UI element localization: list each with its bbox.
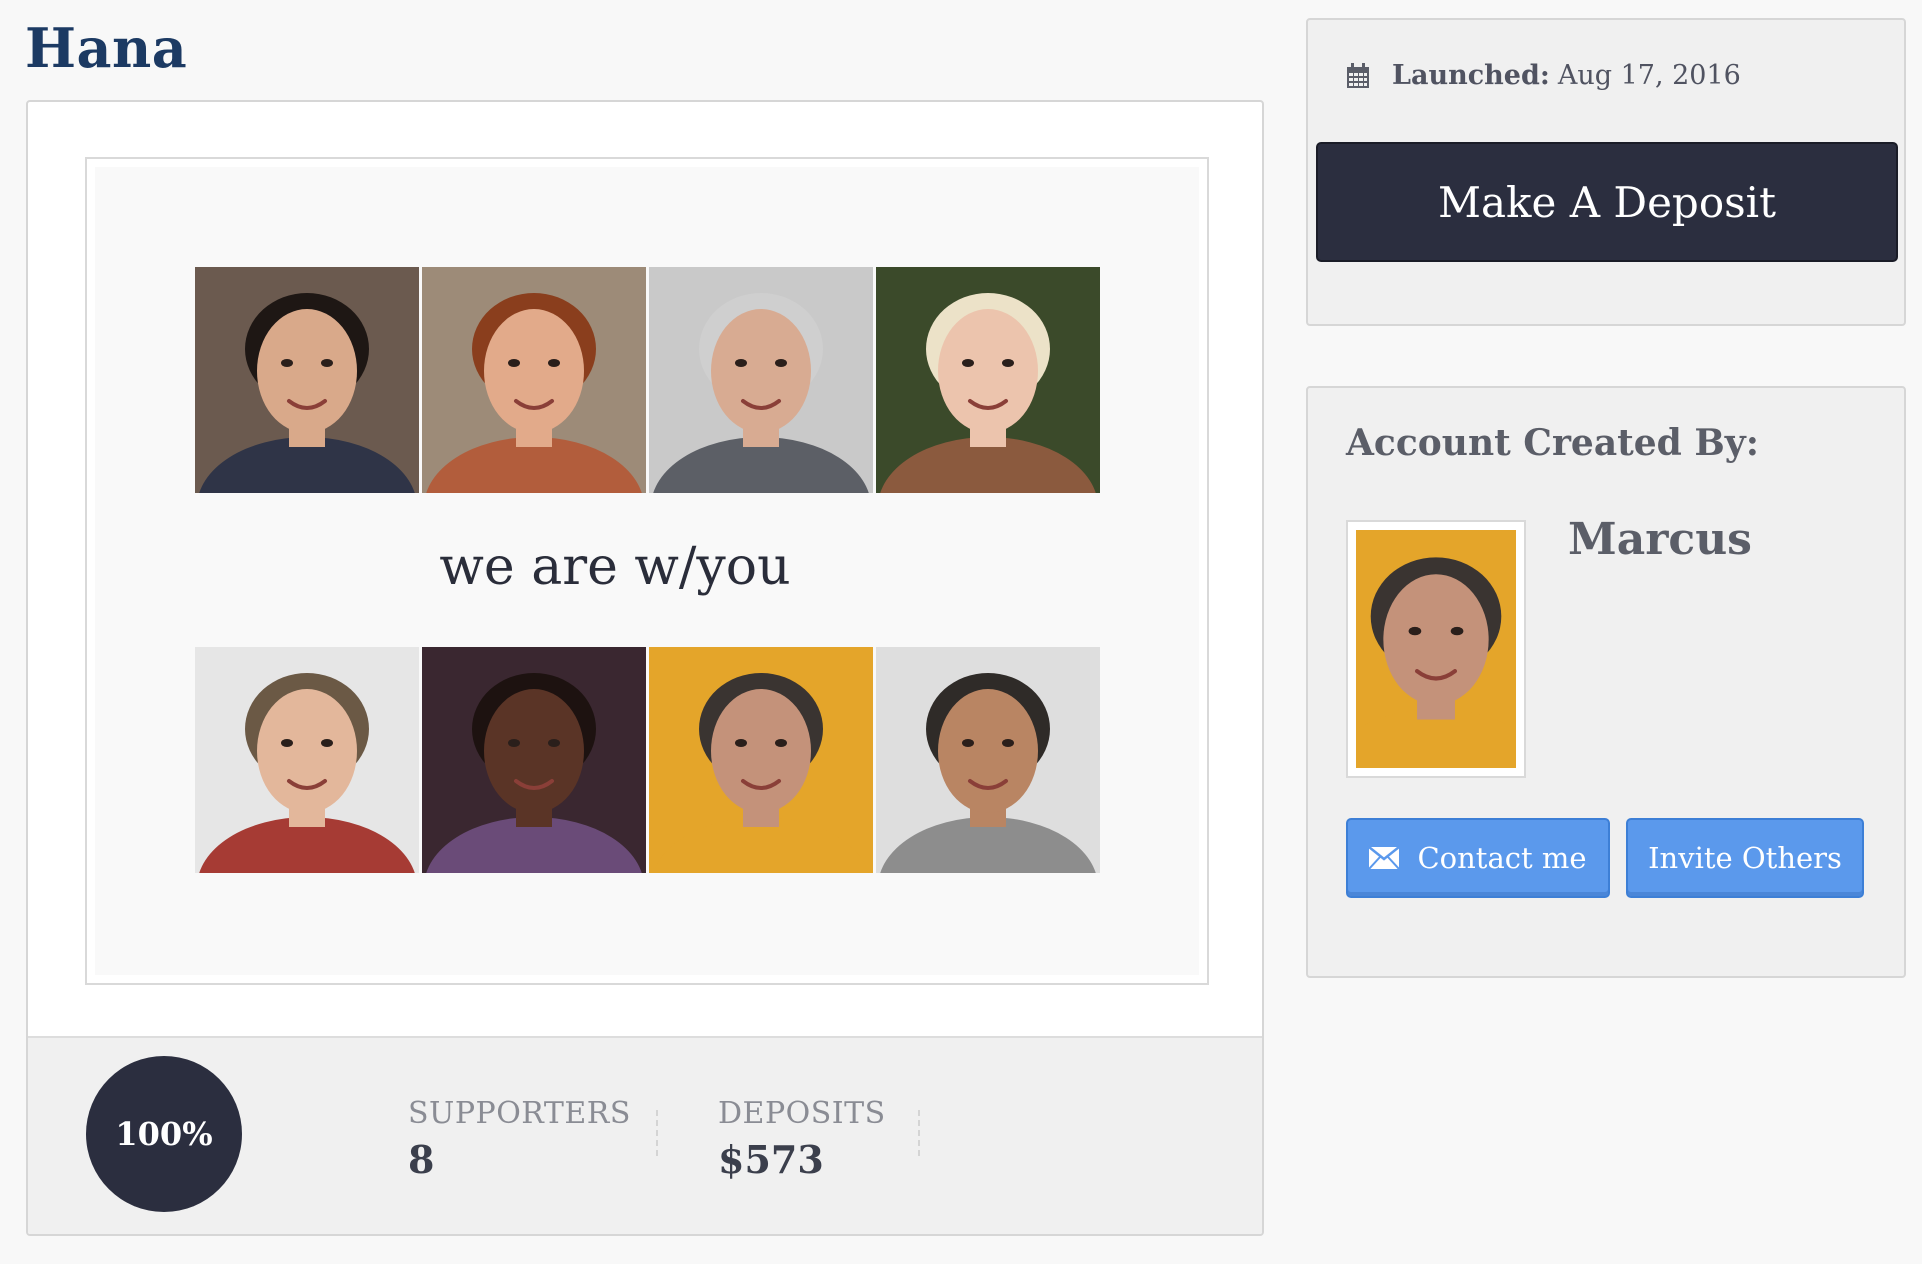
launch-panel: Launched: Aug 17, 2016 Make A Deposit [1306,18,1906,326]
portrait-man-brown-hair [195,647,419,873]
banner-caption: we are w/you [439,537,791,597]
portrait-man-glasses [876,647,1100,873]
campaign-banner: we are w/you [95,167,1199,975]
launch-info: Launched: Aug 17, 2016 [1346,60,1741,91]
stats-bar: 100% SUPPORTERS 8 DEPOSITS $573 [28,1036,1262,1234]
progress-circle: 100% [86,1056,242,1212]
deposits-stat: DEPOSITS $573 [718,1096,886,1182]
deposits-value: $573 [718,1137,824,1182]
contact-me-button[interactable]: Contact me [1346,818,1610,898]
portrait-woman-blonde-hair [876,267,1100,493]
make-deposit-button[interactable]: Make A Deposit [1316,142,1898,262]
portrait-man-gray-hair [649,267,873,493]
progress-text: 100% [115,1115,213,1153]
photo-row-top [195,267,1100,493]
supporters-value: 8 [408,1137,435,1182]
page-title: Hana [25,16,188,80]
creator-avatar [1346,520,1526,778]
launch-label: Launched: [1392,60,1550,91]
portrait-man-yellow-sweater [649,647,873,873]
deposits-label: DEPOSITS [718,1096,886,1131]
photo-row-bottom [195,647,1100,873]
stat-divider [656,1110,658,1156]
page: Hana we are w/you 100% SUPPORTERS 8 DEPO… [0,0,1922,1264]
envelope-icon [1369,847,1400,869]
avatar-image [1356,530,1516,768]
contact-me-label: Contact me [1417,841,1587,875]
calendar-icon [1346,62,1370,89]
invite-others-button[interactable]: Invite Others [1626,818,1864,898]
launch-date: Aug 17, 2016 [1557,60,1741,91]
creator-heading: Account Created By: [1346,422,1760,464]
creator-name: Marcus [1568,514,1752,565]
creator-panel: Account Created By: Marcus Contact me In… [1306,386,1906,978]
supporters-stat: SUPPORTERS 8 [408,1096,631,1182]
portrait-woman-smiling [422,647,646,873]
portrait-woman-auburn-hair [422,267,646,493]
campaign-image-frame: we are w/you [85,157,1209,985]
supporters-label: SUPPORTERS [408,1096,631,1131]
portrait-woman-dark-hair [195,267,419,493]
stat-divider [918,1110,920,1156]
campaign-card: we are w/you 100% SUPPORTERS 8 DEPOSITS … [26,100,1264,1236]
